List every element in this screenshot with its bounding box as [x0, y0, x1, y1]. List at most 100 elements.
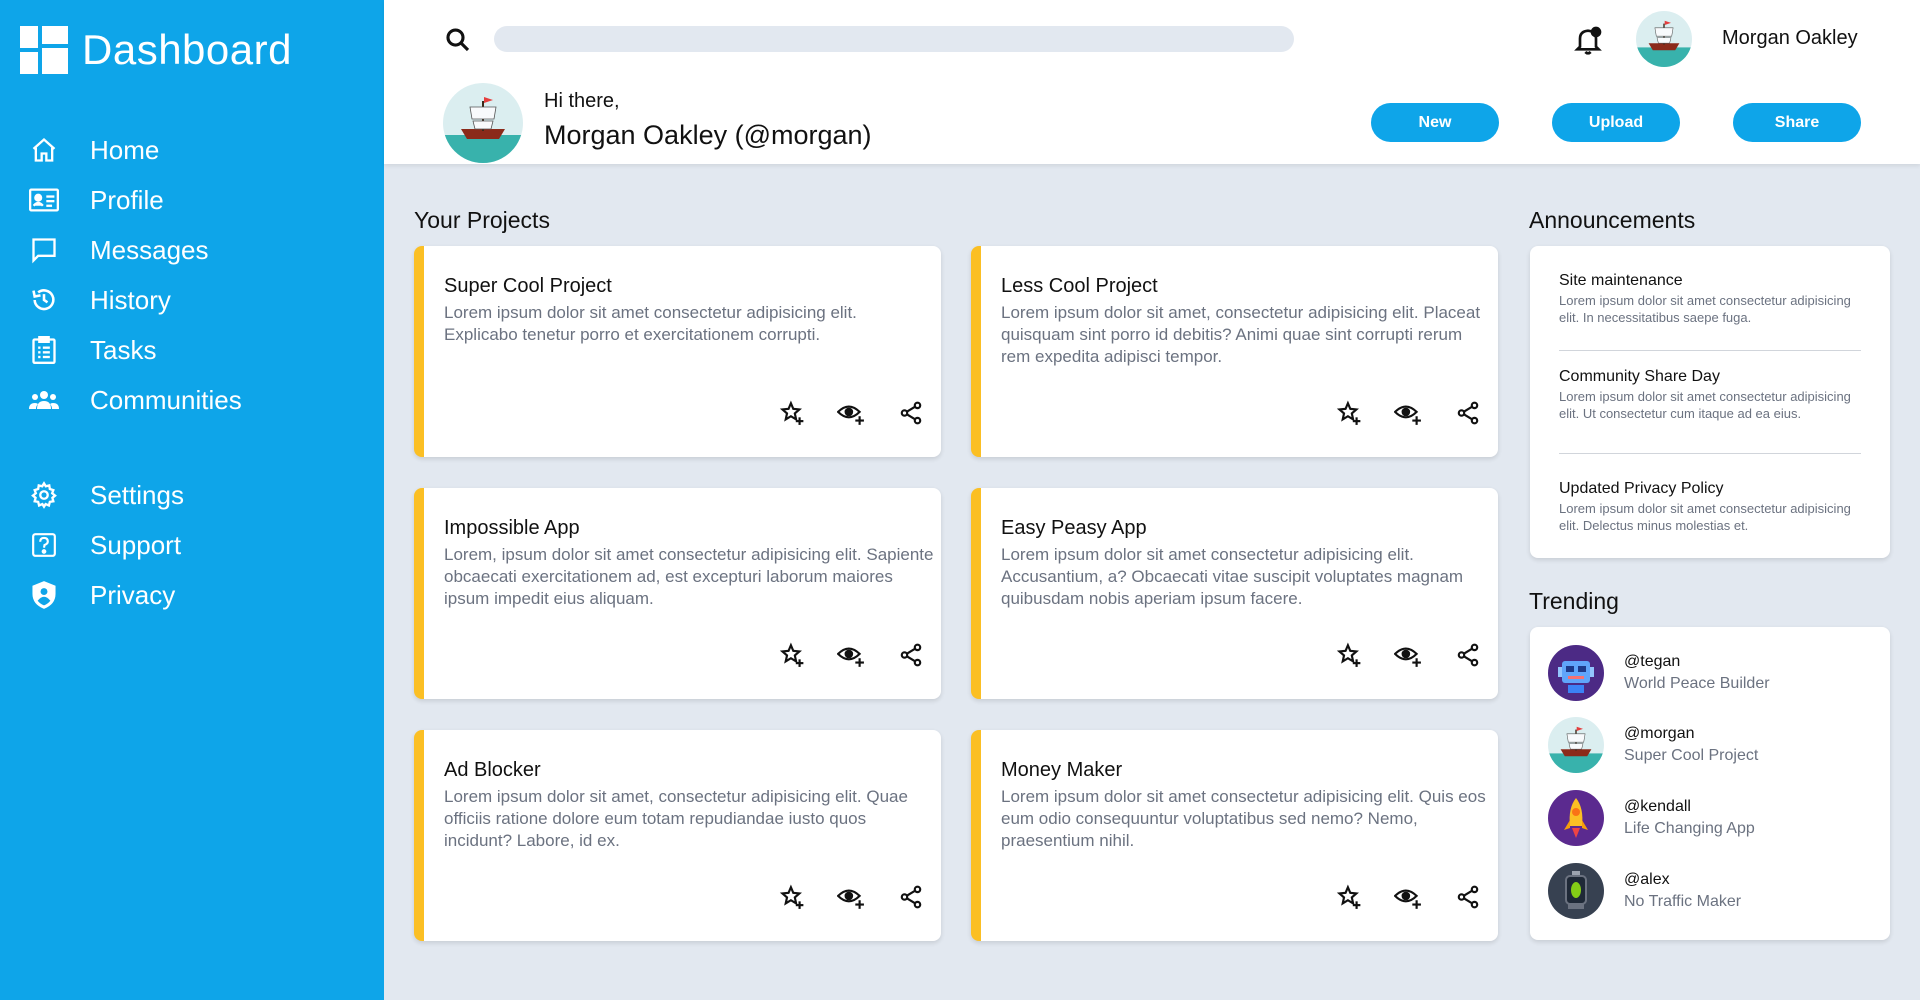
watch-eye-icon[interactable]: [836, 640, 866, 670]
project-card[interactable]: Easy Peasy App Lorem ipsum dolor sit amet…: [971, 488, 1498, 699]
sidebar-item-label: Messages: [90, 234, 209, 265]
share-icon[interactable]: [896, 398, 926, 428]
sidebar-nav: Home Profile Messages History Tasks Comm…: [0, 125, 384, 620]
ship-avatar-icon: [1548, 717, 1604, 773]
trending-item[interactable]: @alex No Traffic Maker: [1548, 862, 1741, 920]
project-title: Less Cool Project: [1001, 275, 1158, 297]
divider: [1559, 350, 1861, 351]
history-icon: [28, 284, 60, 316]
projects-title: Your Projects: [414, 207, 550, 233]
lantern-avatar-icon: [1548, 863, 1604, 919]
brand[interactable]: Dashboard: [20, 26, 292, 74]
trending-item[interactable]: @kendall Life Changing App: [1548, 789, 1755, 847]
avatar: [1548, 863, 1604, 919]
chat-icon: [28, 234, 60, 266]
favorite-star-icon[interactable]: [777, 882, 807, 912]
profile-avatar: [443, 83, 523, 163]
avatar: [1548, 717, 1604, 773]
trending-project: No Traffic Maker: [1624, 893, 1742, 910]
sidebar-item-settings[interactable]: Settings: [0, 470, 384, 520]
trending-project: World Peace Builder: [1624, 675, 1770, 692]
avatar[interactable]: [1636, 11, 1692, 67]
announcement-title: Site maintenance: [1559, 272, 1683, 289]
watch-eye-icon[interactable]: [1393, 640, 1423, 670]
new-button[interactable]: New: [1371, 103, 1499, 142]
project-description: Lorem ipsum dolor sit amet, consectetur …: [1001, 303, 1481, 366]
project-card[interactable]: Super Cool Project Lorem ipsum dolor sit …: [414, 246, 941, 457]
announcements-title: Announcements: [1529, 207, 1696, 233]
project-description: Lorem ipsum dolor sit amet, consectetur …: [444, 787, 908, 850]
sidebar-item-label: Support: [90, 529, 182, 560]
robot-avatar-icon: [1548, 645, 1604, 701]
announcement-text: Lorem ipsum dolor sit amet consectetur a…: [1559, 501, 1851, 533]
help-icon: [28, 529, 60, 561]
share-icon[interactable]: [896, 640, 926, 670]
project-description: Lorem ipsum dolor sit amet consectetur a…: [1001, 545, 1464, 608]
trending-project: Life Changing App: [1624, 820, 1755, 837]
dashboard-logo-icon: [20, 26, 68, 74]
announcement-title: Updated Privacy Policy: [1559, 480, 1724, 497]
share-icon[interactable]: [1453, 882, 1483, 912]
trending-title: Trending: [1529, 588, 1619, 614]
search-input[interactable]: [494, 26, 1294, 52]
project-title: Super Cool Project: [444, 275, 612, 297]
avatar: [1548, 790, 1604, 846]
trending-handle: @morgan: [1624, 725, 1695, 742]
sidebar-item-profile[interactable]: Profile: [0, 175, 384, 225]
sidebar-item-communities[interactable]: Communities: [0, 375, 384, 425]
announcements-panel: Site maintenance Lorem ipsum dolor sit a…: [1530, 246, 1890, 558]
share-icon[interactable]: [1453, 640, 1483, 670]
sidebar-item-home[interactable]: Home: [0, 125, 384, 175]
favorite-star-icon[interactable]: [1334, 640, 1364, 670]
sidebar-item-tasks[interactable]: Tasks: [0, 325, 384, 375]
share-icon[interactable]: [896, 882, 926, 912]
favorite-star-icon[interactable]: [1334, 882, 1364, 912]
project-card[interactable]: Impossible App Lorem, ipsum dolor sit ame…: [414, 488, 941, 699]
sidebar-item-label: Home: [90, 134, 160, 165]
project-card[interactable]: Money Maker Lorem ipsum dolor sit amet co…: [971, 730, 1498, 941]
watch-eye-icon[interactable]: [1393, 398, 1423, 428]
announcement-item[interactable]: Community Share Day Lorem ipsum dolor si…: [1559, 368, 1864, 422]
share-icon[interactable]: [1453, 398, 1483, 428]
announcement-item[interactable]: Updated Privacy Policy Lorem ipsum dolor…: [1559, 480, 1864, 534]
brand-title: Dashboard: [82, 26, 292, 73]
header-user-name[interactable]: Morgan Oakley: [1722, 27, 1858, 50]
sidebar-item-history[interactable]: History: [0, 275, 384, 325]
trending-item[interactable]: @tegan World Peace Builder: [1548, 644, 1770, 702]
announcement-text: Lorem ipsum dolor sit amet consectetur a…: [1559, 389, 1851, 421]
favorite-star-icon[interactable]: [777, 640, 807, 670]
project-description: Lorem ipsum dolor sit amet consectetur a…: [1001, 787, 1486, 850]
favorite-star-icon[interactable]: [1334, 398, 1364, 428]
ship-avatar-icon: [443, 83, 523, 163]
rocket-avatar-icon: [1548, 790, 1604, 846]
trending-panel: @tegan World Peace Builder @morgan Super…: [1530, 627, 1890, 940]
ship-avatar-icon: [1636, 11, 1692, 67]
sidebar-item-support[interactable]: Support: [0, 520, 384, 570]
project-card[interactable]: Ad Blocker Lorem ipsum dolor sit amet, co…: [414, 730, 941, 941]
sidebar-item-label: Settings: [90, 479, 184, 510]
sidebar-item-label: Communities: [90, 384, 242, 415]
gear-icon: [28, 479, 60, 511]
sidebar-item-messages[interactable]: Messages: [0, 225, 384, 275]
share-button[interactable]: Share: [1733, 103, 1861, 142]
sidebar-item-label: Profile: [90, 184, 164, 215]
watch-eye-icon[interactable]: [836, 398, 866, 428]
project-description: Lorem, ipsum dolor sit amet consectetur …: [444, 545, 934, 608]
trending-item[interactable]: @morgan Super Cool Project: [1548, 716, 1758, 774]
sidebar-item-label: Tasks: [90, 334, 157, 365]
favorite-star-icon[interactable]: [777, 398, 807, 428]
project-card[interactable]: Less Cool Project Lorem ipsum dolor sit a…: [971, 246, 1498, 457]
watch-eye-icon[interactable]: [836, 882, 866, 912]
shield-icon: [28, 579, 60, 611]
sidebar: Dashboard Home Profile Messages History: [0, 0, 384, 1000]
home-icon: [28, 134, 60, 166]
sidebar-item-privacy[interactable]: Privacy: [0, 570, 384, 620]
watch-eye-icon[interactable]: [1393, 882, 1423, 912]
notification-bell-icon[interactable]: [1572, 24, 1604, 56]
announcement-item[interactable]: Site maintenance Lorem ipsum dolor sit a…: [1559, 272, 1864, 326]
search-icon[interactable]: [443, 25, 473, 55]
header: Morgan Oakley Hi there, Morgan Oakley (@…: [384, 0, 1920, 164]
upload-button[interactable]: Upload: [1552, 103, 1680, 142]
trending-handle: @tegan: [1624, 653, 1681, 670]
